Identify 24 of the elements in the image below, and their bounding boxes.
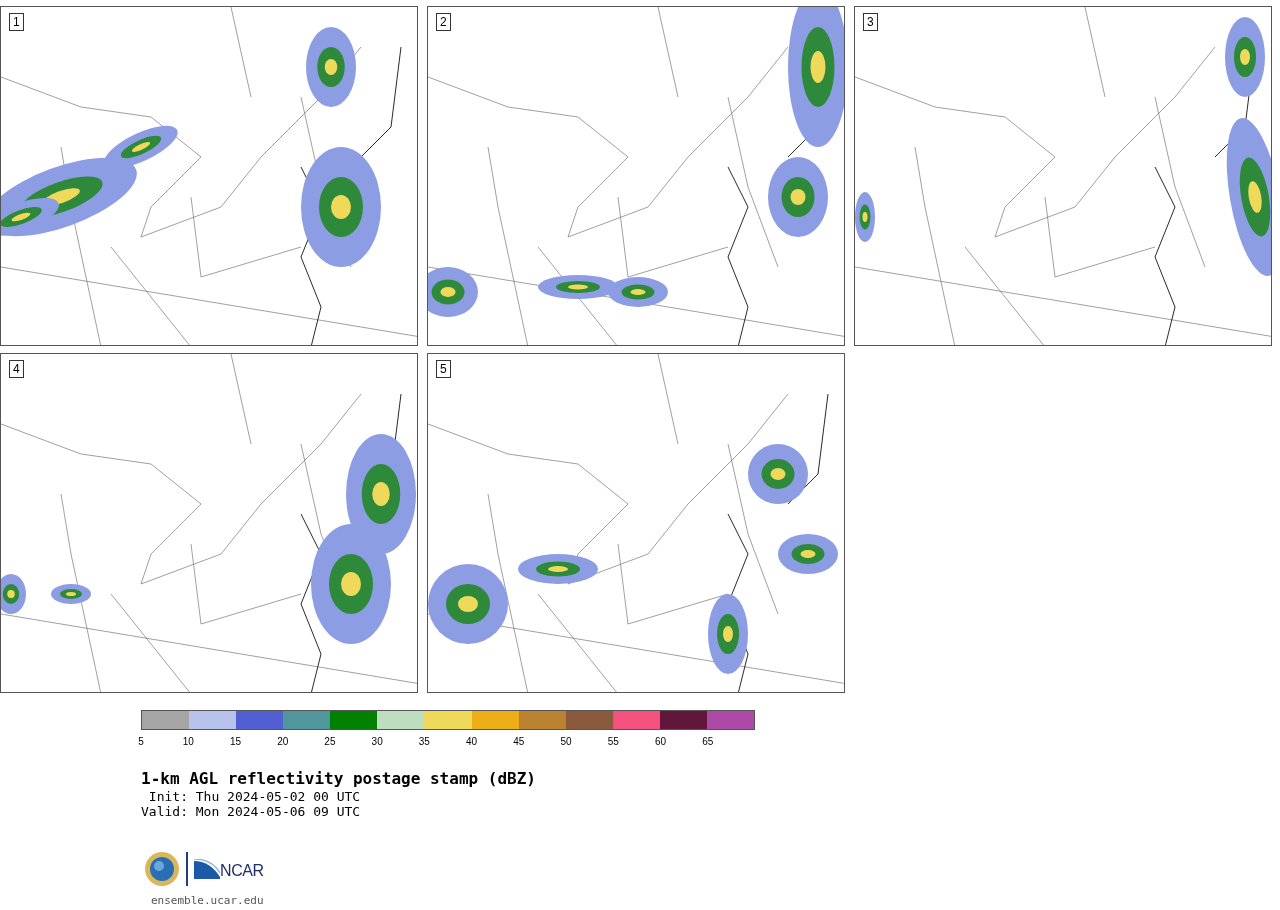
panel-number: 1 [9, 13, 24, 31]
tick-label: 5 [138, 736, 144, 748]
tick-label: 45 [513, 736, 525, 748]
panel-number: 5 [436, 360, 451, 378]
tick-label: 20 [277, 736, 289, 748]
tick-label: 15 [229, 736, 241, 748]
valid-time: Valid: Mon 2024-05-06 09 UTC [141, 804, 362, 819]
tick-label: 55 [607, 736, 619, 748]
panel-number: 2 [436, 13, 451, 31]
tick-label: 50 [560, 736, 572, 748]
tick-label: 35 [418, 736, 430, 748]
panel-number: 3 [863, 13, 878, 31]
panel-number: 4 [9, 360, 24, 378]
tick-label: 30 [371, 736, 383, 748]
tick-label: 25 [324, 736, 336, 748]
tick-label: 10 [182, 736, 194, 748]
init-time: Init: Thu 2024-05-02 00 UTC [147, 789, 362, 804]
tick-label: 40 [466, 736, 478, 748]
tick-label: 65 [702, 736, 714, 748]
seal-logo-icon [144, 851, 180, 887]
chart-title: 1-km AGL reflectivity postage stamp (dBZ) [141, 769, 536, 789]
tick-label: 60 [654, 736, 667, 748]
ncar-logo: NCAR [194, 859, 264, 879]
footer-url: ensemble.ucar.edu [151, 893, 264, 909]
